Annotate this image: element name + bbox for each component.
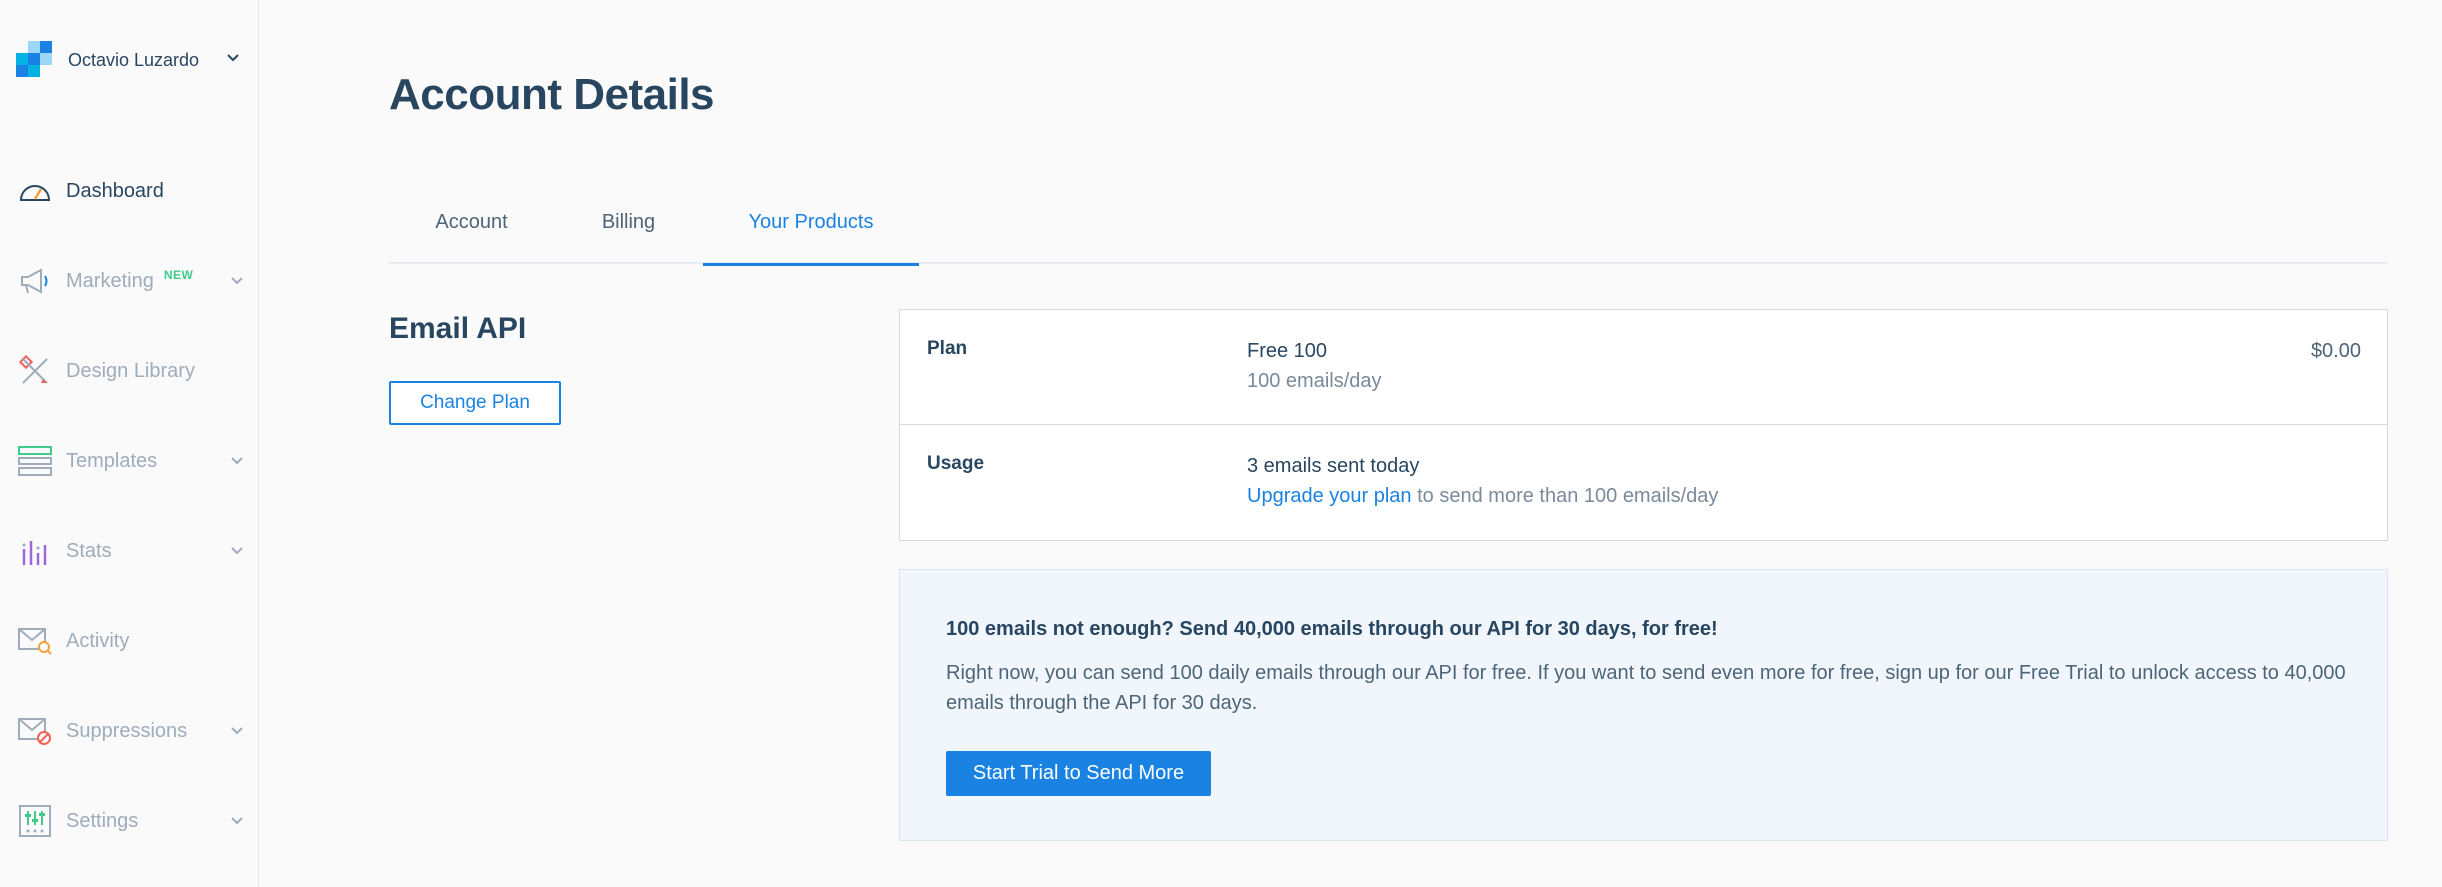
usage-sent: 3 emails sent today	[1247, 455, 1420, 477]
new-badge: NEW	[163, 268, 194, 282]
upgrade-description: to send more than 100 emails/day	[1411, 485, 1719, 507]
plan-details-card: Plan Free 100 100 emails/day $0.00 Usage…	[899, 309, 2388, 541]
upgrade-plan-link[interactable]: Upgrade your plan	[1247, 485, 1412, 507]
plan-price: $0.00	[2310, 340, 2361, 362]
bar-chart-icon	[18, 534, 52, 568]
tab-account[interactable]: Account	[389, 180, 554, 264]
usage-label: Usage	[927, 453, 985, 474]
sidebar-item-design-library[interactable]: Design Library	[0, 326, 258, 416]
sidebar-nav: Dashboard Marketing NEW Design Library T…	[0, 146, 258, 866]
chevron-down-icon	[230, 453, 244, 471]
envelope-block-icon	[18, 714, 52, 748]
tab-bar: Account Billing Your Products	[389, 180, 2387, 266]
sidebar-item-label: Marketing	[66, 269, 154, 292]
sliders-icon	[18, 804, 52, 838]
chevron-down-icon	[230, 813, 244, 831]
chevron-down-icon	[230, 543, 244, 561]
page-title: Account Details	[389, 70, 715, 119]
sidebar-item-activity[interactable]: Activity	[0, 596, 258, 686]
sidebar-item-templates[interactable]: Templates	[0, 416, 258, 506]
product-title: Email API	[389, 312, 527, 345]
pencil-ruler-icon	[18, 354, 52, 388]
sidebar-item-label: Templates	[66, 449, 158, 472]
change-plan-button[interactable]: Change Plan	[389, 381, 561, 425]
sidebar-item-stats[interactable]: Stats	[0, 506, 258, 596]
account-switcher[interactable]: Octavio Luzardo	[16, 38, 246, 82]
envelope-search-icon	[18, 624, 52, 658]
trial-promo-panel: 100 emails not enough? Send 40,000 email…	[899, 569, 2388, 841]
promo-body: Right now, you can send 100 daily emails…	[946, 662, 2346, 714]
chevron-down-icon	[226, 50, 240, 68]
sidebar-item-marketing[interactable]: Marketing NEW	[0, 236, 258, 326]
tab-your-products[interactable]: Your Products	[703, 180, 919, 266]
promo-heading: 100 emails not enough? Send 40,000 email…	[946, 618, 1718, 640]
sidebar-item-label: Activity	[66, 629, 130, 652]
template-layout-icon	[18, 444, 52, 478]
plan-row: Plan Free 100 100 emails/day $0.00	[900, 310, 2387, 425]
usage-upgrade-text: Upgrade your plan to send more than 100 …	[1247, 485, 1718, 508]
plan-name: Free 100	[1247, 340, 1328, 362]
sidebar-item-label: Dashboard	[66, 179, 164, 202]
sidebar-item-dashboard[interactable]: Dashboard	[0, 146, 258, 236]
sidebar-item-settings[interactable]: Settings	[0, 776, 258, 866]
usage-row: Usage 3 emails sent today Upgrade your p…	[900, 425, 2387, 540]
chevron-down-icon	[230, 273, 244, 291]
sidebar-item-suppressions[interactable]: Suppressions	[0, 686, 258, 776]
start-trial-button[interactable]: Start Trial to Send More	[946, 751, 1211, 796]
sidebar-item-label: Stats	[66, 539, 112, 562]
megaphone-icon	[18, 264, 52, 298]
account-name: Octavio Luzardo	[68, 49, 200, 70]
sidebar-item-label: Suppressions	[66, 719, 188, 742]
plan-label: Plan	[927, 338, 968, 359]
sidebar-item-label: Settings	[66, 809, 139, 832]
speedometer-icon	[18, 174, 52, 208]
plan-limit: 100 emails/day	[1247, 370, 1382, 392]
sendgrid-logo-icon	[16, 41, 54, 79]
sidebar: Octavio Luzardo Dashboard Marketing NEW	[0, 0, 259, 887]
sidebar-item-label: Design Library	[66, 359, 195, 382]
chevron-down-icon	[230, 723, 244, 741]
tab-billing[interactable]: Billing	[554, 180, 703, 264]
